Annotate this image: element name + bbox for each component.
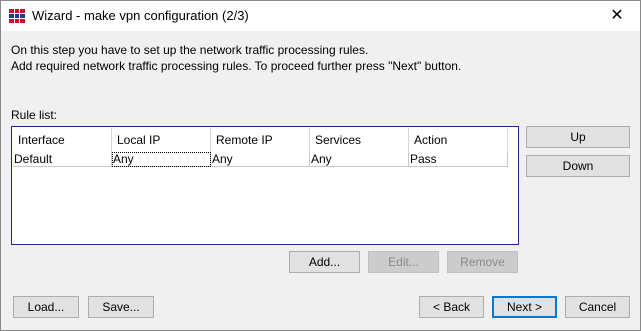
app-logo-icon — [9, 9, 26, 23]
column-header-action[interactable]: Action — [409, 128, 508, 152]
next-button[interactable]: Next > — [492, 296, 557, 318]
save-button[interactable]: Save... — [88, 296, 154, 318]
column-header-remote-ip[interactable]: Remote IP — [211, 128, 310, 152]
rule-list[interactable]: Interface Local IP Remote IP Services Ac… — [11, 126, 519, 245]
table-row[interactable]: Default Any Any Any Pass — [13, 152, 508, 167]
wizard-body: On this step you have to set up the netw… — [0, 31, 641, 331]
column-header-local-ip[interactable]: Local IP — [112, 128, 211, 152]
cell-interface[interactable]: Default — [13, 152, 112, 167]
rule-list-label: Rule list: — [11, 108, 58, 122]
column-header-services[interactable]: Services — [310, 128, 409, 152]
cell-action[interactable]: Pass — [409, 152, 508, 167]
add-button[interactable]: Add... — [289, 251, 360, 273]
remove-button[interactable]: Remove — [447, 251, 518, 273]
window-title: Wizard - make vpn configuration (2/3) — [32, 8, 249, 23]
title-bar: Wizard - make vpn configuration (2/3) ✕ — [0, 0, 641, 31]
intro-line-2: Add required network traffic processing … — [11, 59, 462, 73]
edit-button[interactable]: Edit... — [368, 251, 439, 273]
back-button[interactable]: < Back — [419, 296, 484, 318]
rule-list-header: Interface Local IP Remote IP Services Ac… — [13, 128, 508, 152]
column-header-interface[interactable]: Interface — [13, 128, 112, 152]
down-button[interactable]: Down — [526, 155, 630, 177]
up-button[interactable]: Up — [526, 126, 630, 148]
intro-line-1: On this step you have to set up the netw… — [11, 43, 369, 57]
cell-local-ip[interactable]: Any — [112, 152, 211, 167]
cancel-button[interactable]: Cancel — [565, 296, 630, 318]
close-icon[interactable]: ✕ — [594, 1, 640, 31]
load-button[interactable]: Load... — [13, 296, 79, 318]
cell-services[interactable]: Any — [310, 152, 409, 167]
cell-remote-ip[interactable]: Any — [211, 152, 310, 167]
intro-text: On this step you have to set up the netw… — [11, 42, 461, 74]
